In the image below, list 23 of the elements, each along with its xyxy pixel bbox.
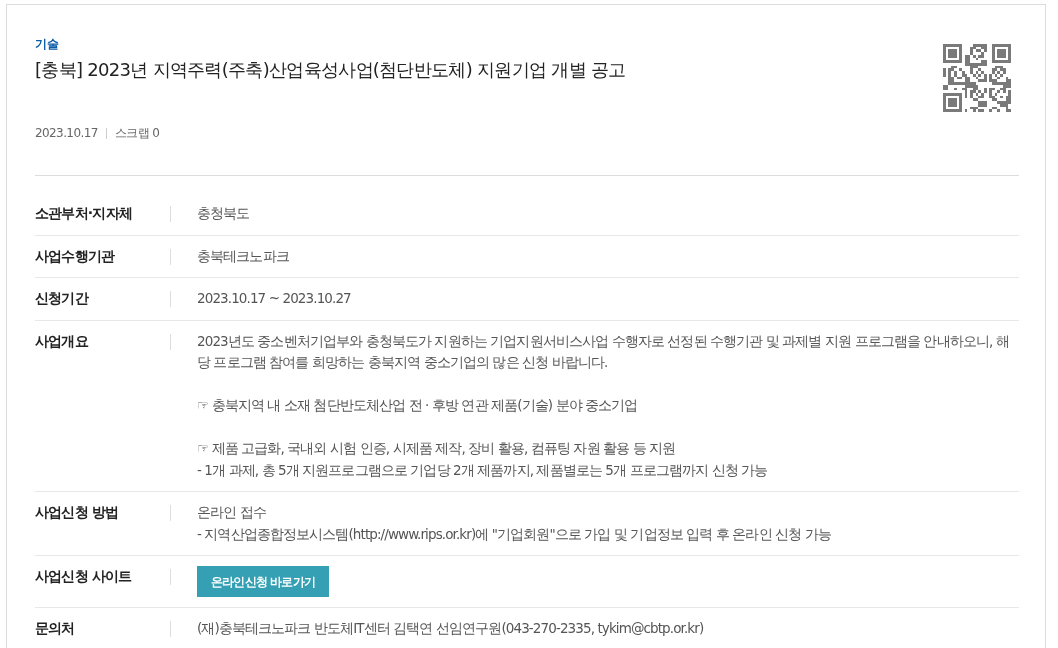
field-value: ☞ 제품 고급화, 국내외 시험 인증, 시제품 제작, 장비 활용, 컴퓨팅 자원 활용 등 지원 [197, 439, 677, 458]
apply-online-button[interactable]: 온라인신청 바로가기 [197, 566, 329, 597]
field-value: 2023년도 중소벤처기업부와 충청북도가 지원하는 기업지원서비스사업 수행자로 선정된 수행기관 및 과제별 지원 프로그램을 안내하오니, 해당 프로그램 참여를 희망하는 충북지역 중소기업의 많은 신청 바랍니다. [197, 331, 1010, 372]
field-label: 사업수행기관 [35, 246, 116, 266]
field-value: ☞ 충북지역 내 소재 첨단반도체산업 전 · 후방 연관 제품(기술) 분야 중소기업 [197, 396, 639, 415]
field-value: - 1개 과제, 총 5개 지원프로그램으로 기업당 2개 제품까지, 제품별로는 5개 프로그램까지 신청 가능 [197, 460, 769, 480]
notice-title: [충북] 2023년 지역주력(주축)산업육성사업(첨단반도체) 지원기업 개별 공고 [35, 58, 626, 82]
field-label: 사업신청 방법 [35, 503, 120, 522]
field-label: 사업개요 [35, 331, 90, 351]
scrap-count: 스크랩 0 [114, 125, 160, 142]
field-label: 소관부처·지자체 [35, 204, 133, 223]
category-label: 기술 [35, 36, 60, 53]
field-value: 충북테크노파크 [197, 246, 290, 266]
post-date: 2023.10.17 [35, 125, 98, 142]
field-value: 2023.10.17 ~ 2023.10.27 [197, 289, 352, 308]
field-label: 신청기간 [35, 289, 90, 308]
field-label: 사업신청 사이트 [35, 567, 133, 586]
field-value: 충청북도 [197, 204, 251, 223]
field-label: 문의처 [35, 619, 76, 638]
field-value: 온라인 접수 [197, 503, 267, 522]
field-value: - 지역산업종합정보시스템(http://www.rips.or.kr)에 "기업회원"으로 가입 및 기업정보 입력 후 온라인 신청 가능 [197, 524, 832, 544]
qr-code-icon [943, 44, 1011, 112]
field-value: (재)충북테크노파크 반도체IT센터 김택연 선임연구원(043-270-2335, tykim@cbtp.or.kr) [197, 619, 705, 638]
